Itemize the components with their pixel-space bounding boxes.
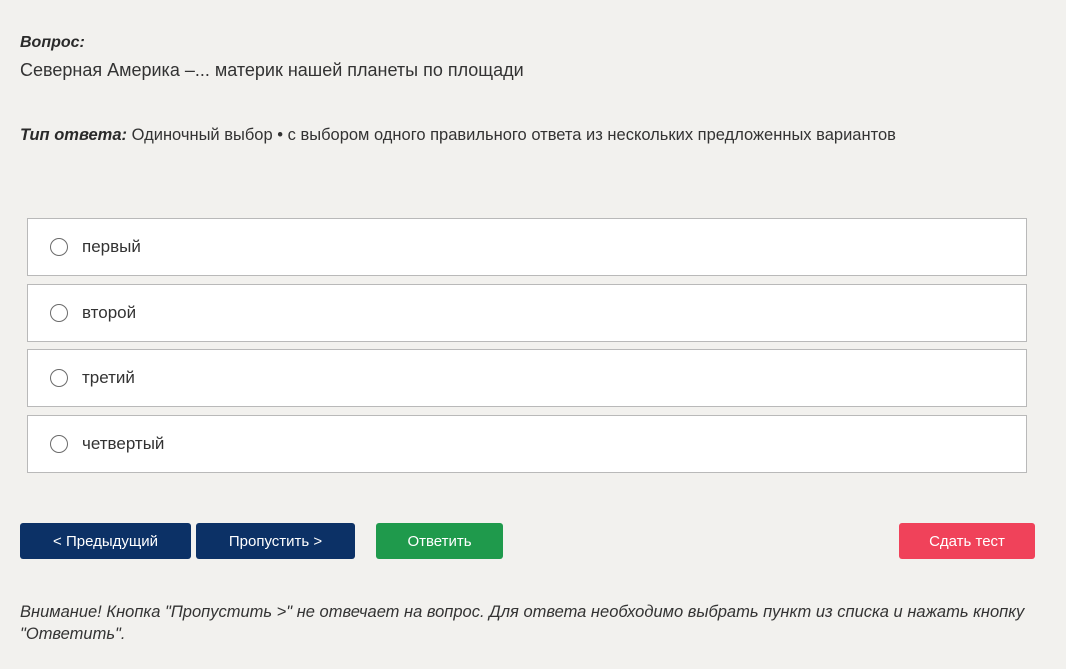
answer-button[interactable]: Ответить — [376, 523, 503, 559]
answer-type: Тип ответа: Одиночный выбор • с выбором … — [20, 126, 896, 145]
option-label: четвертый — [82, 433, 165, 453]
options-list: первый второй третий четвертый — [27, 218, 1027, 480]
previous-button[interactable]: < Предыдущий — [20, 523, 191, 559]
option-item[interactable]: первый — [27, 218, 1027, 276]
notice-text: Внимание! Кнопка "Пропустить >" не отвеч… — [20, 603, 1025, 643]
option-item[interactable]: третий — [27, 349, 1027, 407]
radio-button[interactable] — [50, 434, 68, 453]
option-item[interactable]: второй — [27, 283, 1027, 342]
option-label: третий — [82, 368, 135, 387]
radio-button[interactable] — [50, 238, 68, 256]
radio-button[interactable] — [50, 369, 68, 387]
option-label: второй — [82, 302, 137, 322]
option-label: первый — [82, 237, 141, 256]
answer-type-label: Тип ответа: — [20, 126, 128, 144]
option-item[interactable]: четвертый — [27, 414, 1027, 473]
radio-button[interactable] — [50, 303, 68, 322]
skip-button[interactable]: Пропустить > — [196, 523, 355, 559]
answer-type-value: Одиночный выбор • с выбором одного прави… — [131, 126, 896, 144]
question-label: Вопрос: — [20, 34, 85, 51]
submit-test-button[interactable]: Сдать тест — [899, 523, 1035, 559]
question-text: Северная Америка –... материк нашей план… — [20, 60, 524, 80]
